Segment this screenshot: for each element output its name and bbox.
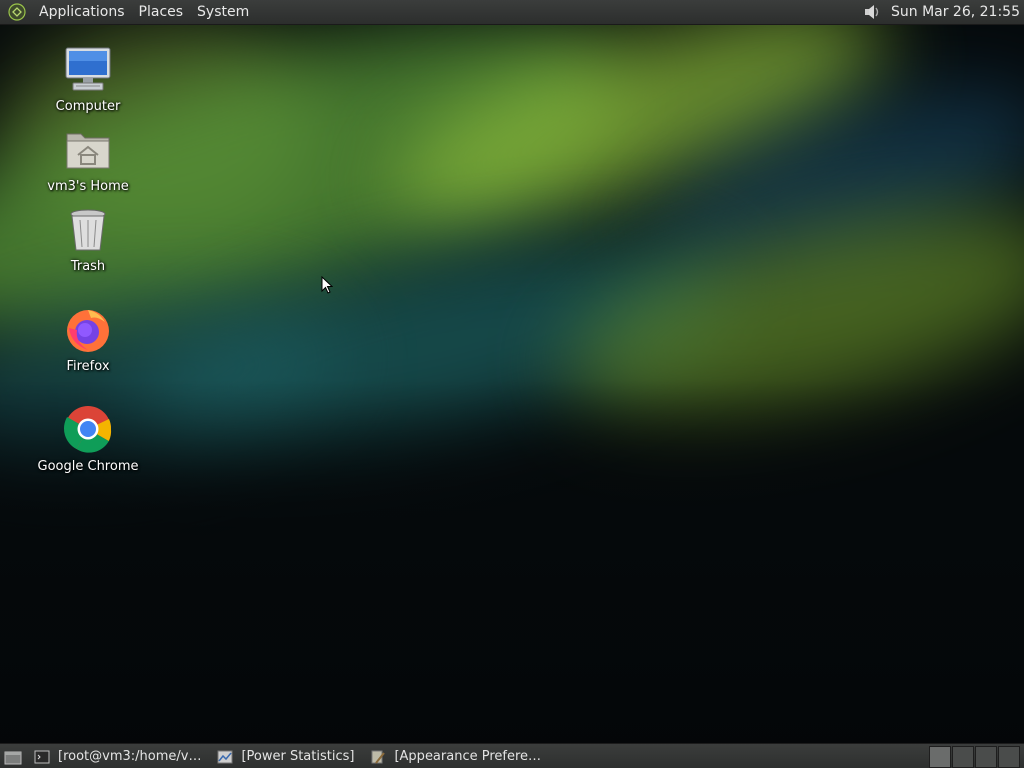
mouse-cursor (321, 276, 333, 294)
menu-system[interactable]: System (190, 0, 256, 24)
trash-icon (70, 209, 106, 251)
taskbar-item-appearance[interactable]: [Appearance Prefere… (364, 746, 547, 768)
taskbar-item-power-statistics[interactable]: [Power Statistics] (211, 746, 360, 768)
gnome-foot-icon[interactable] (8, 3, 26, 21)
desktop-icon-firefox[interactable]: Firefox (33, 304, 143, 374)
desktop-icon-label: Computer (55, 99, 121, 114)
workspace-4[interactable] (998, 746, 1020, 768)
computer-icon (65, 47, 111, 91)
workspace-switcher (928, 746, 1020, 768)
menu-applications[interactable]: Applications (32, 0, 132, 24)
desktop-icon-label: vm3's Home (47, 179, 129, 194)
desktop-icon-label: Google Chrome (37, 459, 139, 474)
workspace-2[interactable] (952, 746, 974, 768)
clock[interactable]: Sun Mar 26, 21:55 (883, 4, 1024, 20)
desktop: Applications Places System Sun Mar 26, 2… (0, 0, 1024, 768)
desktop-icon-label: Firefox (66, 359, 110, 374)
top-panel: Applications Places System Sun Mar 26, 2… (0, 0, 1024, 25)
show-desktop-button[interactable] (2, 746, 24, 768)
terminal-icon (34, 750, 50, 763)
desktop-icon-label: Trash (70, 259, 106, 274)
desktop-icon-computer[interactable]: Computer (33, 44, 143, 114)
chrome-icon (63, 406, 112, 453)
show-desktop-icon (4, 751, 22, 764)
wallpaper-shade (0, 380, 1024, 768)
workspace-1[interactable] (929, 746, 951, 768)
desktop-icon-trash[interactable]: Trash (33, 204, 143, 274)
appearance-icon (371, 750, 386, 764)
taskbar-item-terminal[interactable]: [root@vm3:/home/v… (28, 746, 207, 768)
menu-places[interactable]: Places (132, 0, 191, 24)
workspace-3[interactable] (975, 746, 997, 768)
taskbar-item-label: [Power Statistics] (241, 749, 355, 764)
taskbar-item-label: [root@vm3:/home/v… (58, 749, 202, 764)
home-folder-icon (66, 133, 110, 169)
desktop-icon-chrome[interactable]: Google Chrome (33, 404, 143, 474)
volume-icon[interactable] (861, 2, 883, 22)
desktop-icon-home[interactable]: vm3's Home (33, 124, 143, 194)
bottom-panel: [root@vm3:/home/v… [Power Statistics] [A… (0, 743, 1024, 768)
taskbar-item-label: [Appearance Prefere… (394, 749, 542, 764)
power-statistics-icon (217, 750, 233, 763)
firefox-icon (67, 310, 109, 352)
